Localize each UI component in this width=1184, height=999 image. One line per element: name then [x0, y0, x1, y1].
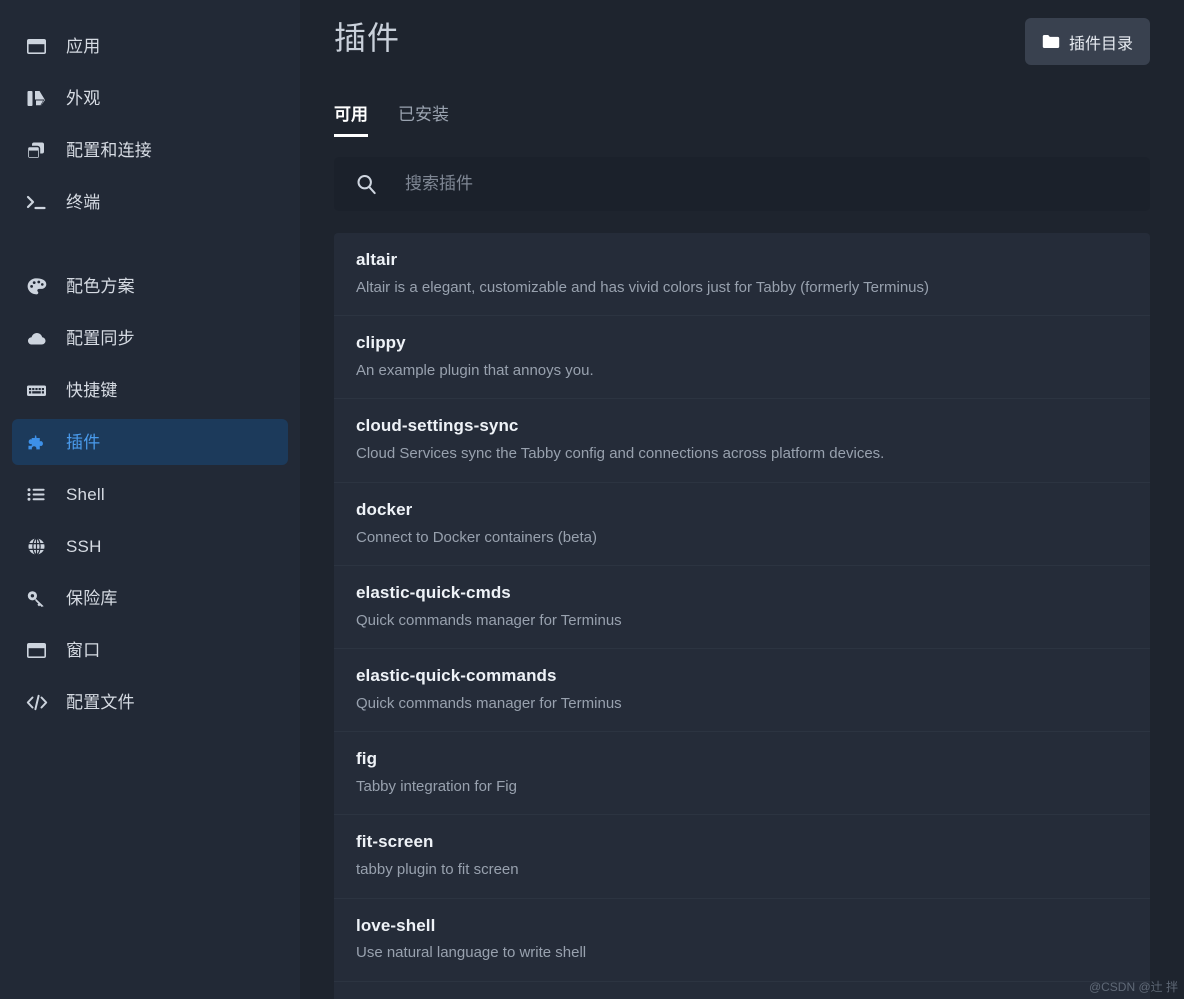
sidebar-item-配色方案[interactable]: 配色方案 — [12, 263, 288, 309]
sidebar-item-shell[interactable]: Shell — [12, 471, 288, 517]
sidebar-item-label: 插件 — [66, 432, 101, 452]
list-item[interactable]: fig Tabby integration for Fig — [334, 731, 1150, 814]
key-icon — [26, 587, 52, 609]
sidebar-item-label: SSH — [66, 536, 102, 556]
plugin-description: Altair is a elegant, customizable and ha… — [356, 278, 930, 296]
plugin-description: tabby plugin to fit screen — [356, 861, 519, 879]
sidebar-item-label: 配置和连接 — [66, 140, 152, 160]
plugin-description: Tabby integration for Fig — [356, 778, 517, 796]
list-item[interactable]: elastic-quick-commands Quick commands ma… — [334, 647, 1150, 731]
plugin-list: altair Altair is a elegant, customizable… — [334, 233, 1150, 999]
list-item[interactable]: fit-screen tabby plugin to fit screen — [334, 814, 1150, 897]
cloud-icon — [26, 327, 52, 349]
plugin-directory-button[interactable]: 插件目录 — [1024, 18, 1150, 65]
sidebar-item-label: 配置文件 — [66, 692, 135, 712]
plugins-pane: 插件 插件目录 可用 已安装 altair Altair is a elegan… — [300, 0, 1184, 999]
plugin-name: clippy — [356, 333, 406, 353]
plugin-name: elastic-quick-cmds — [356, 582, 511, 602]
palette-icon — [26, 275, 52, 297]
sidebar-group-general: 应用 外观 配置和连接 终端 — [0, 20, 300, 228]
list-item[interactable]: docker Connect to Docker containers (bet… — [334, 481, 1150, 565]
window-icon — [26, 35, 52, 57]
plugin-search-box[interactable] — [334, 157, 1150, 211]
profiles-connections-icon — [26, 139, 52, 161]
sidebar-item-label: Shell — [66, 484, 105, 504]
search-input[interactable] — [405, 174, 1134, 194]
list-item[interactable]: cloud-settings-sync Cloud Services sync … — [334, 398, 1150, 481]
sidebar-item-label: 终端 — [66, 192, 101, 212]
sidebar-item-label: 应用 — [66, 36, 101, 56]
globe-icon — [26, 535, 52, 557]
puzzle-icon — [26, 431, 52, 453]
sidebar-item-快捷键[interactable]: 快捷键 — [12, 367, 288, 413]
plugins-header: 插件 插件目录 — [334, 0, 1150, 65]
plugin-name: fig — [356, 749, 378, 769]
plugin-name: fit-screen — [356, 832, 434, 852]
plugin-description: Use natural language to write shell — [356, 944, 587, 962]
sidebar-item-保险库[interactable]: 保险库 — [12, 575, 288, 621]
terminal-prompt-icon — [26, 191, 52, 213]
plugins-tabs: 可用 已安装 — [334, 101, 1150, 137]
plugin-description: Connect to Docker containers (beta) — [356, 528, 597, 546]
plugin-directory-label: 插件目录 — [1068, 35, 1133, 53]
sidebar-item-终端[interactable]: 终端 — [12, 179, 288, 225]
plugin-name: cloud-settings-sync — [356, 416, 519, 436]
search-icon — [356, 174, 377, 195]
list-item[interactable]: love-shell Use natural language to write… — [334, 897, 1150, 981]
keyboard-icon — [26, 379, 52, 401]
sidebar-item-label: 窗口 — [66, 640, 101, 660]
settings-sidebar: 应用 外观 配置和连接 终端 配色方案 配置同步 快捷键 插件 Shell SS… — [0, 0, 300, 999]
list-item[interactable]: elastic-quick-cmds Quick commands manage… — [334, 564, 1150, 648]
plugin-name: elastic-quick-commands — [356, 665, 557, 685]
sidebar-item-配置和连接[interactable]: 配置和连接 — [12, 127, 288, 173]
sidebar-item-配置同步[interactable]: 配置同步 — [12, 315, 288, 361]
sidebar-item-label: 配色方案 — [66, 276, 135, 296]
code-icon — [26, 691, 52, 713]
sidebar-item-label: 保险库 — [66, 588, 118, 608]
sidebar-item-应用[interactable]: 应用 — [12, 23, 288, 69]
list-item[interactable]: plugin-fig-integration Tabby integration… — [334, 980, 1150, 999]
plugin-name: altair — [356, 250, 398, 269]
page-title: 插件 — [334, 20, 401, 56]
sidebar-item-配置文件[interactable]: 配置文件 — [12, 679, 288, 725]
sidebar-item-ssh[interactable]: SSH — [12, 523, 288, 569]
window-icon — [26, 639, 52, 661]
tab-available[interactable]: 可用 — [334, 100, 368, 137]
plugin-name: love-shell — [356, 915, 436, 935]
sidebar-item-label: 快捷键 — [66, 380, 118, 400]
sidebar-item-窗口[interactable]: 窗口 — [12, 627, 288, 673]
sidebar-item-插件[interactable]: 插件 — [12, 419, 288, 465]
sidebar-item-label: 外观 — [66, 88, 101, 108]
list-item[interactable]: altair Altair is a elegant, customizable… — [334, 233, 1150, 315]
appearance-icon — [26, 87, 52, 109]
tab-installed[interactable]: 已安装 — [398, 100, 449, 137]
plugin-description: Quick commands manager for Terminus — [356, 611, 622, 629]
plugin-description: An example plugin that annoys you. — [356, 362, 594, 380]
plugin-description: Quick commands manager for Terminus — [356, 694, 622, 712]
folder-icon — [1042, 34, 1060, 49]
sidebar-item-label: 配置同步 — [66, 328, 135, 348]
settings-window: 应用 外观 配置和连接 终端 配色方案 配置同步 快捷键 插件 Shell SS… — [0, 0, 1184, 999]
list-item[interactable]: clippy An example plugin that annoys you… — [334, 315, 1150, 398]
list-icon — [26, 483, 52, 505]
sidebar-item-外观[interactable]: 外观 — [12, 75, 288, 121]
plugin-name: docker — [356, 499, 413, 519]
sidebar-group-settings: 配色方案 配置同步 快捷键 插件 Shell SSH 保险库 窗口 配置文件 — [0, 260, 300, 728]
plugin-description: Cloud Services sync the Tabby config and… — [356, 445, 885, 463]
